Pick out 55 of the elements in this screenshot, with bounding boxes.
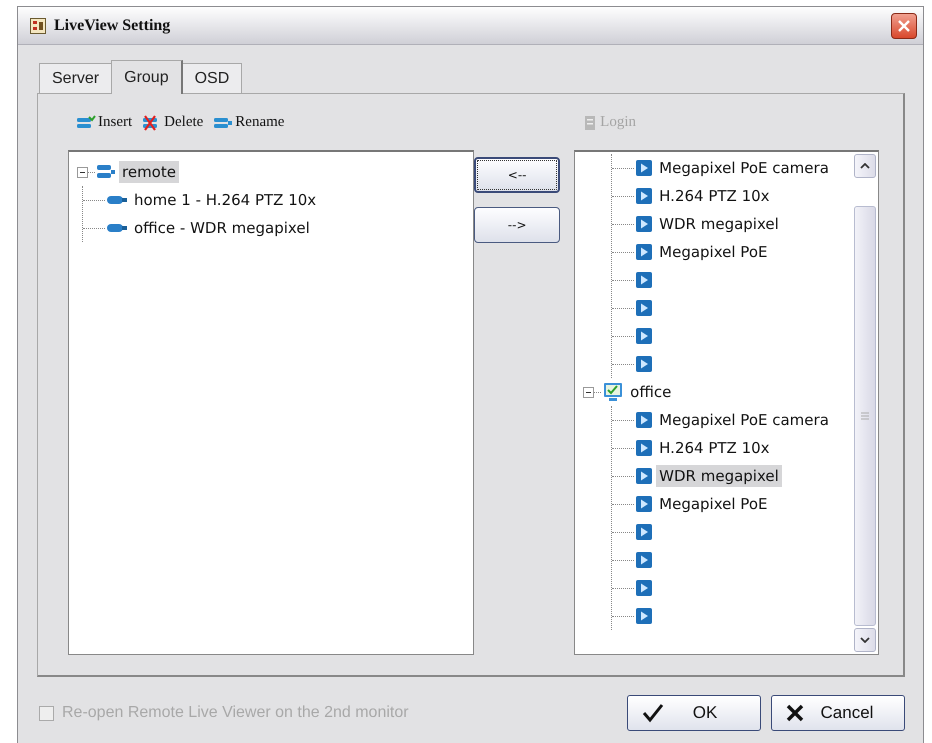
- camera-icon: [106, 222, 128, 234]
- video-channel-icon: [635, 159, 654, 177]
- tree-item[interactable]: home 1 - H.264 PTZ 10x: [131, 189, 320, 211]
- scroll-down-icon[interactable]: [860, 637, 870, 643]
- scroll-up-icon[interactable]: [860, 163, 870, 169]
- video-channel-icon: [635, 439, 654, 457]
- video-channel-icon: [635, 299, 654, 317]
- tree-item[interactable]: Megapixel PoE camera: [656, 157, 832, 179]
- grip-icon: [861, 412, 869, 420]
- tree-item[interactable]: H.264 PTZ 10x: [656, 437, 773, 459]
- tree-item[interactable]: WDR megapixel: [656, 213, 782, 235]
- tree-item[interactable]: Megapixel PoE: [656, 493, 770, 515]
- video-channel-icon: [635, 215, 654, 233]
- cancel-button[interactable]: Cancel: [771, 695, 905, 731]
- video-channel-icon: [635, 607, 654, 625]
- move-button[interactable]: -->: [474, 207, 560, 243]
- scrollbar[interactable]: [854, 152, 878, 654]
- tab[interactable]: Group: [111, 60, 183, 94]
- tab[interactable]: OSD: [182, 63, 242, 93]
- camera-icon: [106, 194, 128, 206]
- tree-item[interactable]: H.264 PTZ 10x: [656, 185, 773, 207]
- video-channel-icon: [635, 411, 654, 429]
- video-channel-icon: [635, 243, 654, 261]
- tree-item[interactable]: Megapixel PoE camera: [656, 409, 832, 431]
- video-channel-icon: [635, 467, 654, 485]
- tree-item[interactable]: Megapixel PoE: [656, 241, 770, 263]
- move-button[interactable]: <--: [474, 157, 560, 193]
- insert-icon: [76, 114, 96, 130]
- collapse-toggle[interactable]: [583, 386, 594, 398]
- close-icon: [786, 704, 804, 722]
- video-channel-icon: [635, 355, 654, 373]
- close-icon: [897, 18, 911, 32]
- ok-button[interactable]: OK: [627, 695, 761, 731]
- delete-button[interactable]: Delete: [142, 114, 204, 131]
- tree-item[interactable]: WDR megapixel: [656, 465, 782, 487]
- video-channel-icon: [635, 551, 654, 569]
- insert-button[interactable]: Insert: [76, 114, 132, 131]
- tab[interactable]: Server: [39, 63, 112, 93]
- check-icon: [642, 703, 664, 723]
- video-channel-icon: [635, 523, 654, 541]
- video-channel-icon: [635, 271, 654, 289]
- tree-item[interactable]: office - WDR megapixel: [131, 217, 313, 239]
- window-title: LiveView Setting: [54, 16, 172, 34]
- collapse-toggle[interactable]: [77, 166, 88, 178]
- app-icon: [30, 18, 46, 34]
- video-channel-icon: [635, 187, 654, 205]
- tree-item[interactable]: remote: [119, 161, 179, 183]
- close-button[interactable]: [891, 12, 917, 38]
- server-stack-icon: [96, 163, 116, 181]
- video-channel-icon: [635, 495, 654, 513]
- rename-button[interactable]: Rename: [213, 114, 284, 131]
- monitor-check-icon: [602, 382, 624, 402]
- video-channel-icon: [635, 579, 654, 597]
- video-channel-icon: [635, 327, 654, 345]
- tree-item[interactable]: office: [627, 381, 674, 403]
